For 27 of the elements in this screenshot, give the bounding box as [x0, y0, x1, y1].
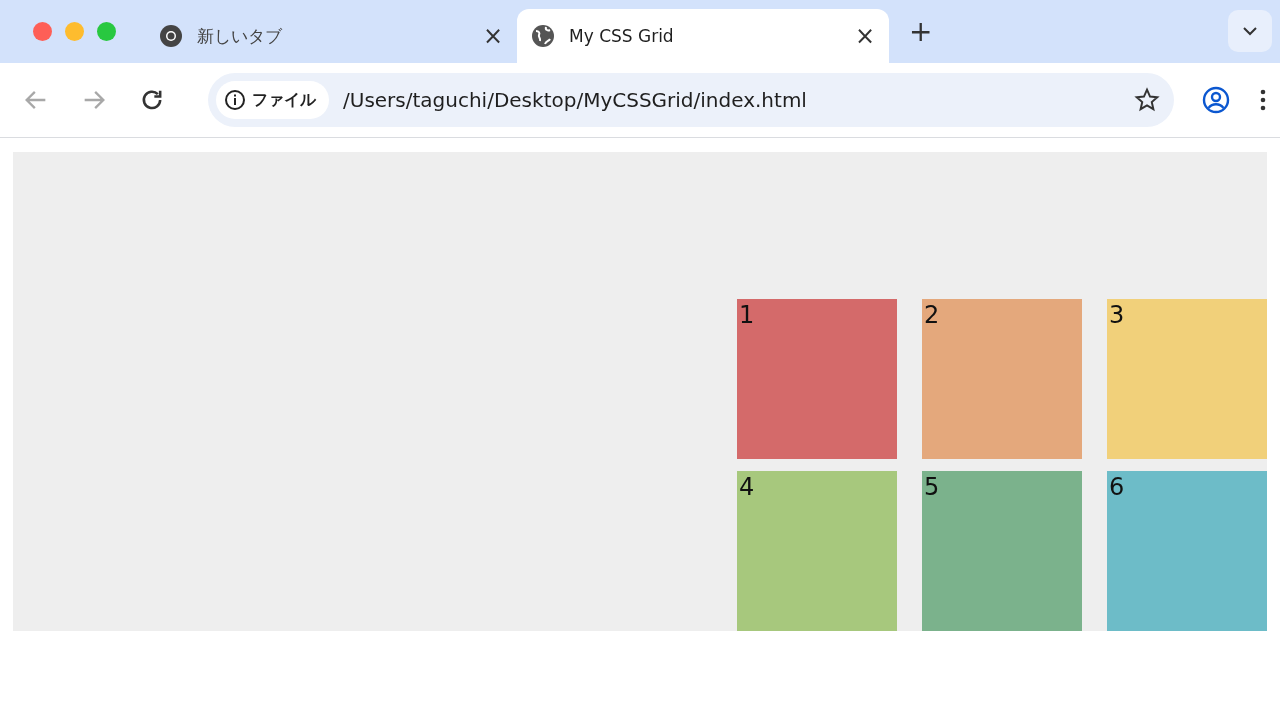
- tab-title: My CSS Grid: [569, 26, 675, 46]
- tab-search-button[interactable]: [1228, 10, 1272, 52]
- url-text: /Users/taguchi/Desktop/MyCSSGrid/index.html: [343, 88, 808, 112]
- info-icon: [224, 89, 246, 111]
- more-menu-icon[interactable]: [1260, 88, 1266, 112]
- tab-title: 新しいタブ: [197, 24, 283, 48]
- tab-close-button[interactable]: ×: [854, 24, 875, 48]
- grid-item: 3: [1107, 299, 1267, 459]
- close-window-button[interactable]: [33, 22, 52, 41]
- chevron-down-icon: [1242, 26, 1258, 36]
- address-bar[interactable]: ファイル /Users/taguchi/Desktop/MyCSSGrid/index.html: [208, 73, 1174, 127]
- site-info-chip[interactable]: ファイル: [216, 81, 329, 119]
- browser-tab[interactable]: My CSS Grid ×: [517, 9, 889, 63]
- bookmark-star-icon[interactable]: [1134, 87, 1160, 113]
- grid-item: 2: [922, 299, 1082, 459]
- browser-tab[interactable]: 新しいタブ ×: [145, 9, 517, 63]
- tab-close-button[interactable]: ×: [482, 24, 503, 48]
- minimize-window-button[interactable]: [65, 22, 84, 41]
- grid-item: 5: [922, 471, 1082, 631]
- profile-icon[interactable]: [1202, 86, 1230, 114]
- grid-item: 4: [737, 471, 897, 631]
- grid-item: 6: [1107, 471, 1267, 631]
- zoom-window-button[interactable]: [97, 22, 116, 41]
- globe-icon: [531, 24, 555, 48]
- grid-item: 1: [737, 299, 897, 459]
- new-tab-button[interactable]: +: [909, 17, 933, 46]
- browser-logo-icon: [159, 24, 183, 48]
